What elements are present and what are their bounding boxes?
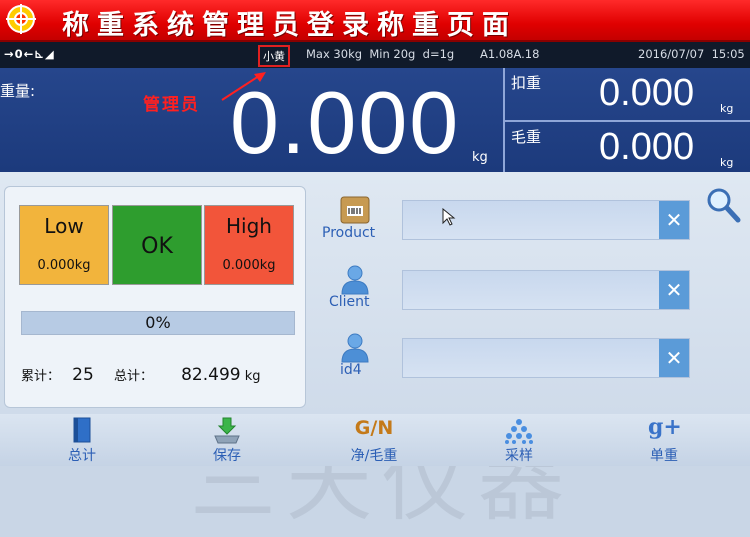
progress-bar: 0% [21,311,295,335]
gplus-icon: g+ [648,414,682,440]
nav-save-button[interactable]: 保存 [167,414,287,466]
product-box-icon [340,196,370,224]
totals-row: 累计： 25 总计： 82.499 kg [21,365,261,385]
tare-label: 扣重 [511,74,542,92]
nav-unit-weight-button[interactable]: g+ 单重 [604,414,724,466]
low-value: 0.000kg [37,258,91,273]
division: d=1g [422,47,455,61]
min-weight: Min 20g [369,47,416,61]
high-value: 0.000kg [222,258,276,273]
count-value: 25 [72,365,94,385]
id4-input[interactable]: ✕ [402,338,690,378]
gross-panel: 毛重 0.000 kg [503,120,750,174]
nav-netgross-label: 净/毛重 [350,448,398,464]
banner-title: 称重系统管理员登录称重页面 [62,10,517,41]
ok-label: OK [141,234,173,259]
book-icon [73,417,91,443]
user-icon [341,265,369,295]
weight-unit: kg [472,150,488,165]
crosshair-logo-icon [6,4,36,34]
tare-panel: 扣重 0.000 kg [503,68,750,120]
clear-id4-button[interactable]: ✕ [659,339,689,377]
mouse-cursor-icon [442,208,456,226]
total-label: 总计： [113,369,153,384]
high-label: High [226,214,272,238]
nav-netgross-button[interactable]: G/N 净/毛重 [314,414,434,466]
low-label: Low [44,214,84,238]
gn-icon: G/N [354,417,394,439]
total-unit: kg [244,369,261,384]
clear-product-button[interactable]: ✕ [659,201,689,239]
nav-sample-button[interactable]: 采样 [459,414,579,466]
zero-stable-indicators: →0←⊾◢ [4,47,55,61]
scale-spec: Max 30kg Min 20g d=1g [306,47,454,61]
time: 15:05 [711,47,745,61]
tare-unit: kg [720,102,734,115]
high-limit-tile[interactable]: High 0.000kg [204,205,294,285]
nav-total-label: 总计 [68,448,96,464]
field-label-product: Product [322,225,376,241]
nav-total-button[interactable]: 总计 [22,414,142,466]
gross-value: 0.000 [599,126,695,168]
weight-value: 0.000 [230,73,461,172]
count-label: 累计： [21,369,61,384]
firmware-version: A1.08A.18 [480,47,540,61]
user-icon [341,333,369,363]
nav-save-label: 保存 [213,448,241,464]
status-bar: →0←⊾◢ 小黄 Max 30kg Min 20g d=1g A1.08A.18… [0,42,750,68]
search-icon[interactable] [704,186,742,224]
field-label-client: Client [329,294,370,310]
bottom-nav: 总计 保存 G/N 净/毛重 采样 g+ 单重 [0,414,750,466]
nav-unit-weight-label: 单重 [650,448,678,464]
capacity: Max 30kg [306,47,363,61]
clear-client-button[interactable]: ✕ [659,271,689,309]
weight-label: 重量: [0,82,36,100]
date: 2016/07/07 [638,47,705,61]
datetime: 2016/07/07 15:05 [638,47,745,61]
nav-sample-label: 采样 [505,448,533,464]
sample-dots-icon [505,419,533,444]
gross-unit: kg [720,156,734,169]
low-limit-tile[interactable]: Low 0.000kg [19,205,109,285]
client-input[interactable]: ✕ [402,270,690,310]
check-weigh-card: Low 0.000kg OK High 0.000kg 0% 累计： 25 总计… [4,186,306,408]
page-banner: 称重系统管理员登录称重页面 [0,0,750,42]
tare-value: 0.000 [599,72,695,114]
ok-tile: OK [112,205,202,285]
gross-label: 毛重 [511,128,542,146]
current-user: 小黄 [258,45,290,67]
save-scale-icon [214,417,240,444]
admin-annotation: 管理员 [143,95,200,115]
total-value: 82.499 [181,365,241,385]
field-label-id4: id4 [340,362,362,378]
